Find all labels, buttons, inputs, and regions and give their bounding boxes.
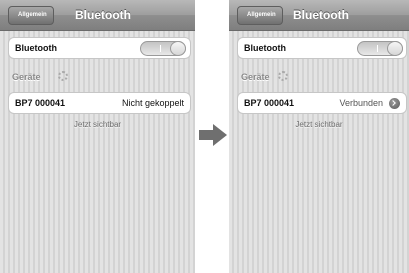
- device-row[interactable]: BP7 000041 Nicht gekoppelt: [8, 92, 191, 114]
- visibility-text: Jetzt sichtbar: [295, 120, 343, 129]
- bluetooth-label: Bluetooth: [244, 43, 286, 53]
- navigation-bar: Allgemein Bluetooth: [229, 0, 409, 31]
- bluetooth-row: Bluetooth: [8, 37, 191, 59]
- bluetooth-row: Bluetooth: [237, 37, 407, 59]
- arrow-right-icon: [199, 124, 227, 146]
- back-button-label: Allgemein: [18, 12, 47, 18]
- toggle-knob: [387, 41, 403, 56]
- devices-section-header: Geräte: [241, 72, 270, 82]
- nav-title: Bluetooth: [293, 8, 349, 22]
- visibility-text: Jetzt sichtbar: [73, 120, 122, 129]
- left-phone-screen: Allgemein Bluetooth Bluetooth Geräte BP7…: [0, 0, 195, 273]
- spinner-icon: [58, 71, 68, 81]
- bluetooth-toggle[interactable]: [140, 41, 186, 56]
- bluetooth-toggle[interactable]: [357, 41, 403, 56]
- toggle-knob: [170, 41, 186, 56]
- back-button[interactable]: Allgemein: [8, 6, 54, 25]
- bluetooth-label: Bluetooth: [15, 43, 57, 53]
- toggle-on-mark: [377, 45, 378, 52]
- devices-section-header: Geräte: [12, 72, 41, 82]
- nav-title: Bluetooth: [75, 8, 131, 22]
- device-status: Nicht gekoppelt: [121, 98, 184, 108]
- toggle-on-mark: [160, 45, 161, 52]
- device-name: BP7 000041: [244, 98, 295, 108]
- device-row[interactable]: BP7 000041 Verbunden: [237, 92, 407, 114]
- right-phone-screen: Allgemein Bluetooth Bluetooth Geräte BP7…: [229, 0, 409, 273]
- chevron-right-circle-icon[interactable]: [389, 98, 400, 109]
- back-button[interactable]: Allgemein: [237, 6, 283, 25]
- navigation-bar: Allgemein Bluetooth: [0, 0, 195, 31]
- device-name: BP7 000041: [15, 98, 66, 108]
- device-status: Verbunden: [339, 98, 383, 108]
- spinner-icon: [278, 71, 288, 81]
- back-button-label: Allgemein: [247, 12, 276, 18]
